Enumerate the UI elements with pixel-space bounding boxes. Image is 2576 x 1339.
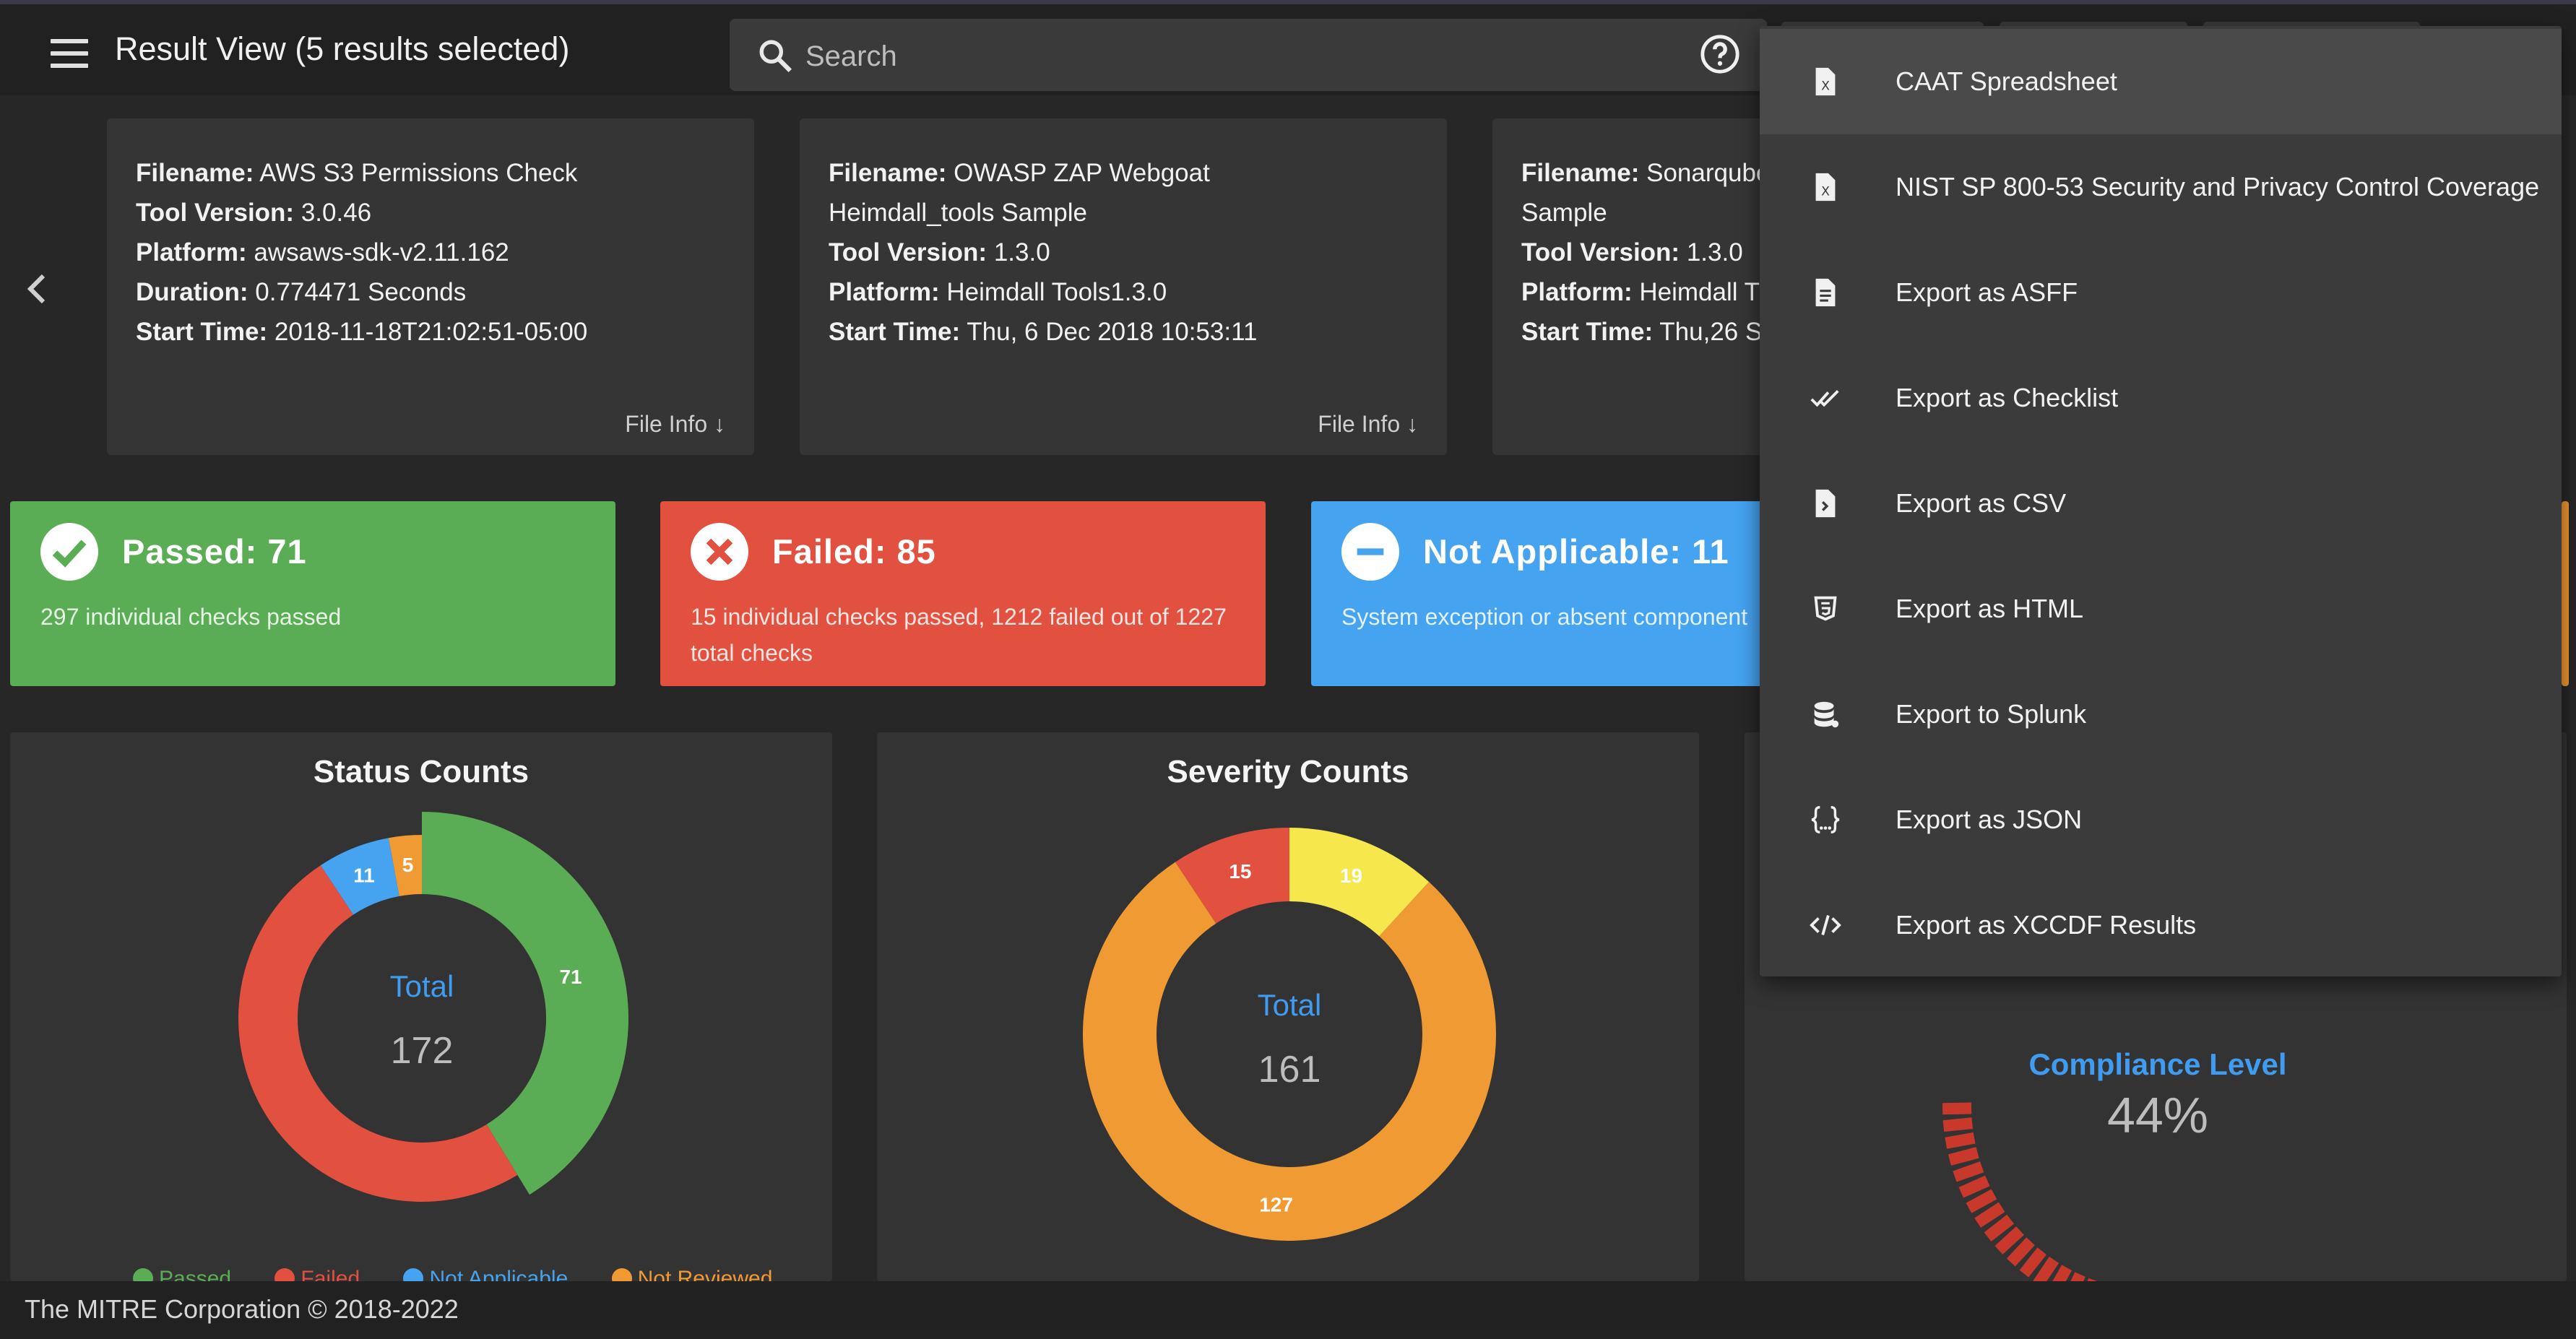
compliance-gauge-tick [2052,1265,2073,1281]
checklist-icon [1810,390,1839,407]
html5-icon [1814,596,1837,621]
total-label: Total [390,969,454,1003]
not-applicable-title: Not Applicable: 11 [1423,532,1729,571]
compliance-gauge-tick [1942,1117,1974,1132]
compliance-gauge-tick [1994,1226,2024,1254]
status-counts-chart: 71 11 5 Total 172 [238,812,628,1202]
file-details: Filename: AWS S3 Permissions Check Tool … [136,159,588,346]
menu-item-caat-spreadsheet[interactable]: X CAAT Spreadsheet [1760,29,2562,134]
total-value: 161 [1258,1049,1321,1091]
compliance-gauge-tick [1984,1214,2015,1242]
total-value: 172 [391,1030,454,1072]
file-card: Filename: AWS S3 Permissions Check Tool … [107,118,754,455]
compliance-gauge-tick [1974,1202,2005,1228]
menu-item-export-splunk[interactable]: Export to Splunk [1760,662,2562,767]
severity-slice-label: 127 [1259,1193,1293,1216]
compliance-gauge-tick [1958,1175,1990,1198]
page-title: Result View (5 results selected) [115,30,570,67]
compliance-gauge-tick [2070,1272,2086,1281]
file-info-button[interactable]: File Info ↓ [625,411,725,438]
legend-failed[interactable]: Failed [275,1267,379,1281]
search-icon [759,40,792,73]
compliance-level-value: 44% [2107,1087,2208,1143]
search-placeholder: Search [805,40,897,72]
slice-passed[interactable] [422,812,628,1195]
menu-item-export-checklist[interactable]: Export as Checklist [1760,345,2562,451]
passed-description: 297 individual checks passed [40,604,342,630]
file-details: Filename: Sonarqube Sample Tool Version:… [1521,159,1771,346]
compliance-gauge-tick [1966,1189,1997,1213]
excel-file-icon: X [1815,67,1836,96]
export-menu: X CAAT Spreadsheet X NIST SP 800-53 Secu… [1760,26,2562,976]
menu-item-nist-coverage[interactable]: X NIST SP 800-53 Security and Privacy Co… [1760,134,2562,240]
failed-title: Failed: 85 [772,532,936,571]
slice-label-not-applicable: 11 [353,864,375,887]
menu-icon[interactable] [51,39,88,68]
legend-passed[interactable]: Passed [133,1267,250,1281]
severity-counts-panel: Severity Counts 19 127 15 Total 161 [877,732,1699,1281]
compliance-level-label: Compliance Level [2028,1047,2286,1081]
file-details: Filename: OWASP ZAP Webgoat Heimdall_too… [829,159,1258,346]
severity-slice-label: 19 [1340,864,1362,887]
slice-label-passed: 71 [559,966,582,988]
check-circle-icon [40,523,98,581]
severity-counts-chart: 19 127 15 Total 161 [1083,828,1496,1241]
file-card: Filename: OWASP ZAP Webgoat Heimdall_too… [800,118,1447,455]
database-icon [1814,701,1839,728]
status-counts-panel: Status Counts 71 11 5 Total 172 Passed Faile… [10,732,832,1281]
excel-file-icon: X [1815,173,1836,202]
svg-text:X: X [1821,79,1830,94]
csv-file-icon [1815,489,1836,518]
menu-item-export-asff[interactable]: Export as ASFF [1760,240,2562,345]
not-applicable-description: System exception or absent component [1341,604,1748,630]
menu-item-export-html[interactable]: Export as HTML [1760,556,2562,662]
total-label: Total [1258,988,1322,1022]
status-legend: Passed Failed Not Applicable Not Reviewe… [133,1267,810,1281]
footer: The MITRE Corporation © 2018-2022 [0,1281,2576,1339]
menu-item-export-xccdf[interactable]: Export as XCCDF Results [1760,872,2562,978]
help-icon[interactable] [1699,33,1741,75]
failed-card[interactable]: Failed: 85 15 individual checks passed, … [660,501,1266,686]
menu-item-export-csv[interactable]: Export as CSV [1760,451,2562,556]
code-tags-icon [1810,915,1841,935]
slice-failed[interactable] [238,865,518,1202]
compliance-gauge-tick [1953,1161,1984,1182]
close-circle-icon [691,523,748,581]
svg-text:X: X [1821,185,1830,199]
compliance-gauge-tick [2006,1237,2035,1267]
document-icon [1815,278,1836,307]
not-applicable-card[interactable]: Not Applicable: 11 System exception or a… [1311,501,1817,686]
file-info-button[interactable]: File Info ↓ [1318,411,1418,438]
passed-card[interactable]: Passed: 71 297 individual checks passed [10,501,615,686]
code-braces-icon [1811,806,1840,833]
not-reviewed-card-edge[interactable] [2562,501,2569,686]
footer-text: The MITRE Corporation © 2018-2022 [25,1294,459,1324]
slice-label-not-reviewed: 5 [402,854,414,876]
passed-title: Passed: 71 [122,532,307,571]
menu-item-export-json[interactable]: Export as JSON [1760,767,2562,872]
failed-description: 15 individual checks passed, 1212 failed… [691,604,1227,666]
legend-not-applicable[interactable]: Not Applicable [403,1267,587,1281]
compliance-gauge-tick [2033,1256,2059,1281]
severity-slice-label: 15 [1229,860,1251,883]
legend-not-reviewed[interactable]: Not Reviewed [611,1267,792,1281]
compliance-gauge-tick [2019,1247,2047,1278]
search-input[interactable]: Search [730,19,1767,91]
compliance-gauge-tick [1945,1132,1976,1149]
chevron-left-icon[interactable] [22,267,51,311]
minus-circle-icon [1341,523,1399,581]
compliance-gauge-tick [1948,1147,1979,1166]
